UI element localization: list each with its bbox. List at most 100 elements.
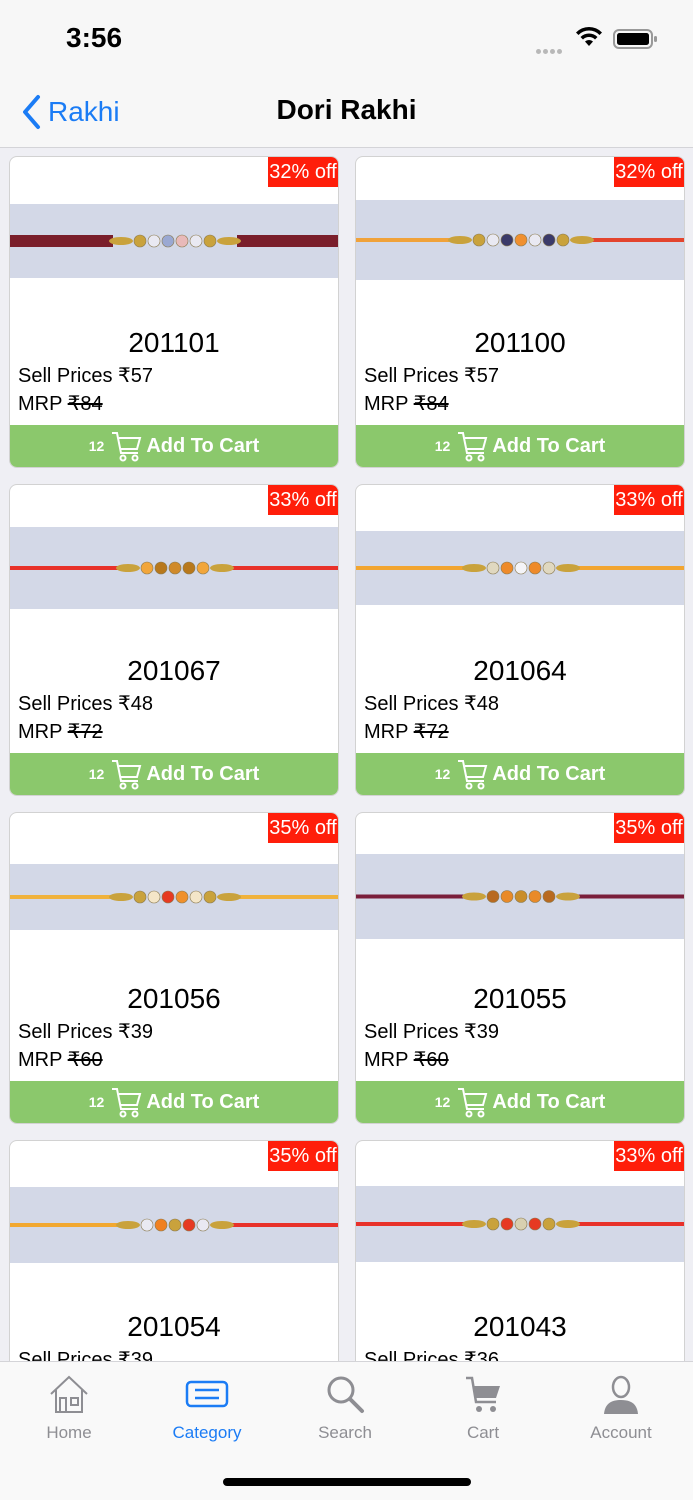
mrp-price: MRP ₹84 <box>18 391 103 416</box>
mrp-price: MRP ₹72 <box>18 719 103 744</box>
mrp-price: MRP ₹84 <box>364 391 449 416</box>
add-to-cart-button[interactable]: 12 Add To Cart <box>356 753 684 795</box>
mrp-value: ₹84 <box>413 393 449 415</box>
add-to-cart-button[interactable]: 12 Add To Cart <box>356 425 684 467</box>
sell-price: Sell Prices ₹57 <box>364 365 499 387</box>
product-code: 201100 <box>474 327 566 358</box>
cart-icon <box>458 432 488 462</box>
tab-category[interactable]: Category <box>138 1362 276 1457</box>
product-image <box>10 1187 338 1263</box>
mrp-value: ₹84 <box>67 393 103 415</box>
product-card[interactable]: 33% off 201067 Sell Prices ₹48 MRP ₹72 12 Add… <box>9 484 339 796</box>
product-image <box>10 864 338 930</box>
cart-quantity: 12 <box>434 438 451 454</box>
mrp-price: MRP ₹72 <box>364 719 449 744</box>
mrp-value: ₹60 <box>413 1049 449 1071</box>
cart-icon <box>458 1088 488 1118</box>
product-card[interactable]: 35% off201054Sell Prices ₹39MRP ₹6012Add… <box>9 1140 339 1361</box>
sell-price: Sell Prices ₹48 <box>364 693 499 715</box>
sell-price: Sell Prices ₹36 <box>364 1349 499 1361</box>
cart-icon <box>112 760 142 790</box>
tab-cart[interactable]: Cart <box>414 1362 552 1457</box>
cart-icon <box>458 760 488 790</box>
tab-label: Search <box>318 1423 372 1442</box>
add-to-cart-button[interactable]: 12 Add To Cart <box>10 1081 338 1123</box>
search-icon <box>327 1376 364 1413</box>
cart-icon <box>112 1088 142 1118</box>
mrp-label: MRP <box>18 721 63 743</box>
tab-search[interactable]: Search <box>276 1362 414 1457</box>
cart-quantity: 12 <box>88 766 105 782</box>
tab-label: Cart <box>466 1423 500 1442</box>
product-code: 201067 <box>127 655 221 686</box>
mrp-value: ₹72 <box>67 721 103 743</box>
product-image <box>10 527 338 609</box>
product-image <box>356 200 684 280</box>
mrp-price: MRP ₹60 <box>18 1047 103 1072</box>
cart-quantity: 12 <box>434 766 451 782</box>
product-image <box>356 531 684 605</box>
sell-price: Sell Prices ₹39 <box>364 1021 499 1043</box>
mrp-value: ₹60 <box>67 1049 103 1071</box>
add-to-cart-button[interactable]: 12 Add To Cart <box>356 1081 684 1123</box>
cart-quantity: 12 <box>88 438 105 454</box>
add-to-cart-button[interactable]: 12 Add To Cart <box>10 425 338 467</box>
discount-badge: 33% off <box>268 485 338 515</box>
product-code: 201101 <box>128 327 220 358</box>
sell-price: Sell Prices ₹39 <box>18 1021 153 1043</box>
product-card[interactable]: 32% off 201100 Sell Prices ₹57 MRP ₹84 12 Add… <box>355 156 685 468</box>
tab-home[interactable]: Home <box>0 1362 138 1457</box>
sell-price: Sell Prices ₹48 <box>18 693 153 715</box>
add-to-cart-label: Add To Cart <box>146 434 260 457</box>
cart-icon <box>466 1376 500 1412</box>
product-code: 201043 <box>473 1311 567 1342</box>
discount-badge: 32% off <box>614 157 684 187</box>
tab-label: Account <box>590 1423 652 1442</box>
sell-price: Sell Prices ₹57 <box>18 365 153 387</box>
product-card[interactable]: 33% off201043Sell Prices ₹36MRP ₹5412Add… <box>355 1140 685 1361</box>
wifi-icon <box>576 26 602 46</box>
status-bar: 3:56 <box>0 0 693 76</box>
discount-badge: 33% off <box>614 485 684 515</box>
tab-label: Category <box>172 1423 242 1442</box>
mrp-label: MRP <box>18 1049 63 1071</box>
product-grid: 32% off 201101 Sell Prices ₹57 MRP ₹84 12 Add… <box>0 148 693 1361</box>
add-to-cart-label: Add To Cart <box>146 1090 260 1113</box>
discount-badge: 32% off <box>268 157 338 187</box>
add-to-cart-button[interactable]: 12 Add To Cart <box>10 753 338 795</box>
account-icon <box>604 1375 638 1414</box>
mrp-label: MRP <box>364 721 409 743</box>
home-icon <box>50 1375 88 1413</box>
category-icon <box>185 1380 229 1408</box>
discount-badge: 35% off <box>614 813 684 843</box>
mrp-price: MRP ₹60 <box>364 1047 449 1072</box>
mrp-value: ₹72 <box>413 721 449 743</box>
add-to-cart-label: Add To Cart <box>492 434 606 457</box>
product-code: 201054 <box>127 1311 221 1342</box>
discount-badge: 35% off <box>268 813 338 843</box>
cart-quantity: 12 <box>434 1094 451 1110</box>
add-to-cart-label: Add To Cart <box>492 1090 606 1113</box>
tab-account[interactable]: Account <box>552 1362 690 1457</box>
cart-quantity: 12 <box>88 1094 105 1110</box>
product-card[interactable]: 35% off 201056 Sell Prices ₹39 MRP ₹60 12 Add… <box>9 812 339 1124</box>
navigation-bar: Rakhi Dori Rakhi <box>0 76 693 148</box>
tab-label: Home <box>46 1423 92 1442</box>
product-image <box>10 204 338 278</box>
add-to-cart-label: Add To Cart <box>146 762 260 785</box>
add-to-cart-label: Add To Cart <box>492 762 606 785</box>
product-image <box>356 1186 684 1262</box>
page-title: Dori Rakhi <box>276 94 417 125</box>
sell-price: Sell Prices ₹39 <box>18 1349 153 1361</box>
cart-icon <box>112 432 142 462</box>
discount-badge: 33% off <box>614 1141 684 1171</box>
product-card[interactable]: 35% off 201055 Sell Prices ₹39 MRP ₹60 12 Add… <box>355 812 685 1124</box>
product-image <box>356 854 684 939</box>
product-code: 201064 <box>473 655 567 686</box>
product-card[interactable]: 32% off 201101 Sell Prices ₹57 MRP ₹84 12 Add… <box>9 156 339 468</box>
product-code: 201055 <box>473 983 567 1014</box>
home-indicator <box>223 1478 471 1486</box>
product-card[interactable]: 33% off 201064 Sell Prices ₹48 MRP ₹72 12 Add… <box>355 484 685 796</box>
product-code: 201056 <box>127 983 221 1014</box>
mrp-label: MRP <box>18 393 63 415</box>
